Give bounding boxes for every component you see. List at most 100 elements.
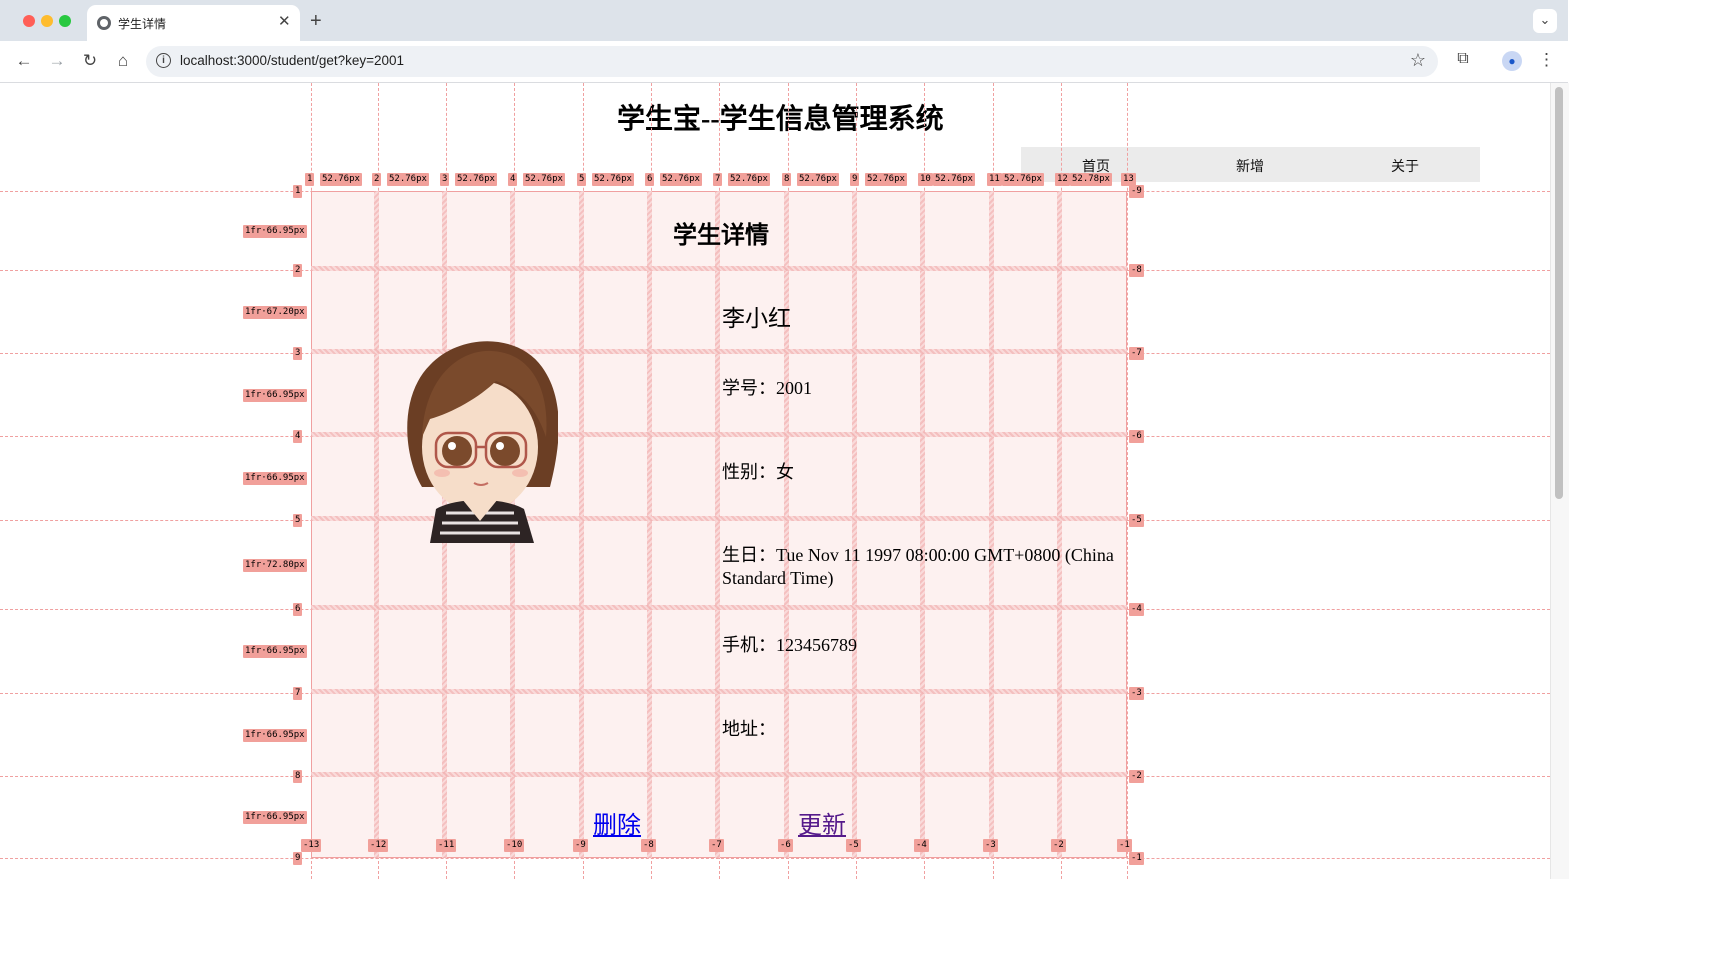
grid-row-negative-number: -9 bbox=[1129, 185, 1144, 198]
tab-search-button[interactable]: ⌄ bbox=[1533, 9, 1557, 33]
grid-column-size: 52.76px bbox=[660, 173, 702, 186]
grid-column-number: 2 bbox=[372, 173, 382, 186]
profile-avatar-icon[interactable]: ● bbox=[1502, 51, 1522, 71]
grid-column-size: 52.76px bbox=[865, 173, 907, 186]
grid-row-negative-number: -5 bbox=[1129, 514, 1144, 527]
student-id: 学号：2001 bbox=[722, 378, 812, 398]
globe-icon bbox=[97, 16, 111, 30]
grid-column-negative-number: -1 bbox=[1117, 839, 1132, 852]
grid-row-number: 8 bbox=[293, 770, 303, 783]
grid-column-negative-number: -5 bbox=[846, 839, 861, 852]
kebab-menu-icon[interactable]: ⋮ bbox=[1538, 50, 1555, 70]
nav-item-about[interactable]: 关于 bbox=[1391, 156, 1419, 176]
address-bar[interactable]: i localhost:3000/student/get?key=2001 ☆ bbox=[146, 46, 1438, 77]
grid-column-size: 52.76px bbox=[933, 173, 975, 186]
grid-row-negative-number: -2 bbox=[1129, 770, 1144, 783]
grid-row-size: 1fr·66.95px bbox=[243, 645, 307, 658]
grid-row-number: 1 bbox=[293, 185, 303, 198]
grid-column-gap bbox=[374, 191, 379, 858]
grid-row-number: 3 bbox=[293, 347, 303, 360]
grid-column-gap bbox=[784, 191, 789, 858]
grid-row-line bbox=[0, 858, 1550, 859]
site-info-icon[interactable]: i bbox=[156, 53, 171, 68]
grid-column-size: 52.76px bbox=[387, 173, 429, 186]
page-scrollbar[interactable] bbox=[1550, 83, 1569, 879]
close-icon[interactable]: ✕ bbox=[278, 12, 291, 30]
grid-column-gap bbox=[1057, 191, 1062, 858]
scrollbar-thumb[interactable] bbox=[1555, 87, 1563, 499]
student-birthday: 生日：Tue Nov 11 1997 08:00:00 GMT+0800 (Ch… bbox=[722, 545, 1114, 588]
grid-column-gap bbox=[579, 191, 584, 858]
grid-column-negative-number: -8 bbox=[641, 839, 656, 852]
grid-column-number: 12 bbox=[1055, 173, 1070, 186]
zoom-window-button[interactable] bbox=[59, 15, 71, 27]
grid-column-negative-number: -4 bbox=[914, 839, 929, 852]
grid-column-number: 9 bbox=[850, 173, 860, 186]
grid-row-negative-number: -7 bbox=[1129, 347, 1144, 360]
grid-row-number: 4 bbox=[293, 430, 303, 443]
back-arrow-icon[interactable]: ← bbox=[13, 50, 35, 72]
bookmark-star-icon[interactable]: ☆ bbox=[1410, 50, 1426, 71]
student-address: 地址： bbox=[722, 719, 776, 739]
grid-column-number: 7 bbox=[713, 173, 723, 186]
grid-column-number: 8 bbox=[782, 173, 792, 186]
grid-row-number: 2 bbox=[293, 264, 303, 277]
forward-arrow-icon[interactable]: → bbox=[46, 50, 68, 72]
grid-column-negative-number: -6 bbox=[778, 839, 793, 852]
grid-row-gap bbox=[311, 772, 1127, 777]
update-link[interactable]: 更新 bbox=[798, 805, 846, 840]
grid-column-negative-number: -13 bbox=[301, 839, 322, 852]
tab-title: 学生详情 bbox=[118, 17, 167, 31]
grid-row-size: 1fr·66.95px bbox=[243, 811, 307, 824]
grid-row-size: 1fr·72.80px bbox=[243, 558, 307, 572]
grid-row-negative-number: -6 bbox=[1129, 430, 1144, 443]
url-text[interactable]: localhost:3000/student/get?key=2001 bbox=[180, 53, 404, 68]
grid-column-size: 52.76px bbox=[320, 173, 362, 186]
grid-column-number: 10 bbox=[918, 173, 933, 186]
browser-tab-active[interactable]: 学生详情 ✕ bbox=[87, 5, 300, 41]
extensions-puzzle-icon[interactable]: ⧉ bbox=[1453, 50, 1473, 70]
grid-column-size: 52.78px bbox=[1070, 173, 1112, 186]
grid-column-negative-number: -12 bbox=[368, 839, 389, 852]
grid-column-size: 52.76px bbox=[1002, 173, 1044, 186]
grid-row-size: 1fr·67.20px bbox=[243, 305, 307, 319]
home-icon[interactable]: ⌂ bbox=[112, 50, 134, 72]
nav-item-add[interactable]: 新增 bbox=[1236, 156, 1264, 176]
detail-title: 学生详情 bbox=[673, 223, 769, 249]
grid-column-number: 5 bbox=[577, 173, 587, 186]
grid-row-gap bbox=[311, 689, 1127, 694]
grid-row-number: 6 bbox=[293, 603, 303, 616]
reload-icon[interactable]: ↻ bbox=[79, 50, 101, 72]
grid-column-number: 6 bbox=[645, 173, 655, 186]
browser-tab-strip: 学生详情 ✕ + ⌄ bbox=[0, 0, 1568, 41]
grid-column-size: 52.76px bbox=[523, 173, 565, 186]
grid-column-number: 3 bbox=[440, 173, 450, 186]
grid-row-negative-number: -1 bbox=[1129, 852, 1144, 865]
grid-column-gap bbox=[715, 191, 720, 858]
grid-column-size: 52.76px bbox=[728, 173, 770, 186]
grid-column-gap bbox=[989, 191, 994, 858]
grid-column-number: 4 bbox=[508, 173, 518, 186]
browser-toolbar: ← → ↻ ⌂ i localhost:3000/student/get?key… bbox=[0, 41, 1568, 83]
new-tab-button[interactable]: + bbox=[310, 10, 322, 33]
student-avatar bbox=[407, 341, 558, 543]
grid-column-negative-number: -11 bbox=[436, 839, 457, 852]
grid-row-gap bbox=[311, 605, 1127, 610]
student-name: 李小红 bbox=[722, 306, 791, 331]
close-window-button[interactable] bbox=[23, 15, 35, 27]
grid-row-number: 5 bbox=[293, 514, 303, 527]
minimize-window-button[interactable] bbox=[41, 15, 53, 27]
grid-column-gap bbox=[647, 191, 652, 858]
grid-column-gap bbox=[920, 191, 925, 858]
grid-row-number: 9 bbox=[293, 852, 303, 865]
grid-column-negative-number: -9 bbox=[573, 839, 588, 852]
grid-row-negative-number: -4 bbox=[1129, 603, 1144, 616]
grid-column-negative-number: -7 bbox=[709, 839, 724, 852]
grid-column-size: 52.76px bbox=[455, 173, 497, 186]
grid-column-size: 52.76px bbox=[592, 173, 634, 186]
grid-column-negative-number: -10 bbox=[504, 839, 525, 852]
grid-column-line bbox=[1127, 83, 1128, 879]
grid-row-gap bbox=[311, 266, 1127, 271]
grid-row-size: 1fr·66.95px bbox=[243, 224, 307, 238]
delete-link[interactable]: 删除 bbox=[593, 805, 641, 840]
